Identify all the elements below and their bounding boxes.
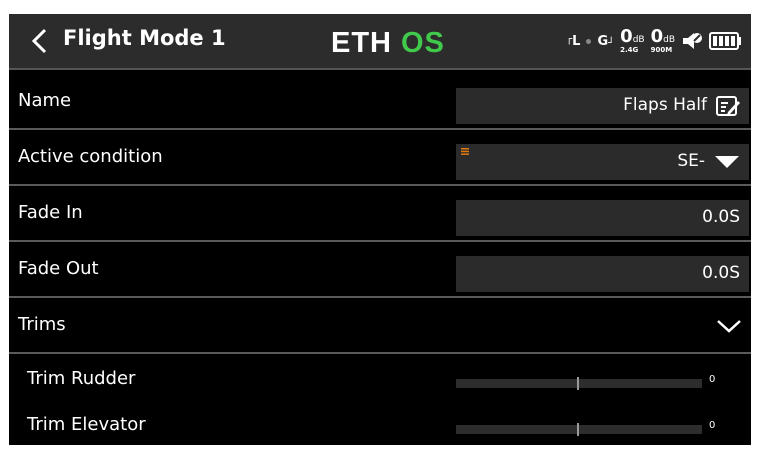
status-area: ┌L G┘ 0dB 2.4G 0dB 900M bbox=[566, 24, 743, 58]
edit-icon[interactable] bbox=[715, 94, 741, 118]
fade-out-field[interactable]: 0.0S bbox=[456, 256, 749, 292]
trim-elevator-value: 0 bbox=[709, 420, 716, 431]
name-label: Name bbox=[18, 90, 72, 111]
gps-icon: G┘ bbox=[597, 33, 615, 49]
trim-rudder-row: Trim Rudder 0 bbox=[9, 356, 751, 402]
chevron-down-icon[interactable] bbox=[716, 318, 742, 334]
fade-in-value: 0.0S bbox=[702, 207, 740, 227]
name-value: Flaps Half bbox=[623, 95, 707, 115]
trims-row[interactable]: Trims bbox=[9, 298, 751, 354]
back-icon[interactable] bbox=[29, 28, 53, 54]
trims-label: Trims bbox=[18, 314, 66, 335]
active-condition-row: Active condition SE- bbox=[9, 130, 751, 186]
dropdown-triangle-icon[interactable] bbox=[714, 155, 740, 169]
telemetry-icon: ┌L bbox=[566, 33, 581, 49]
trim-elevator-center-tick bbox=[577, 423, 579, 436]
trim-rudder-center-tick bbox=[577, 377, 579, 390]
active-condition-field[interactable]: SE- bbox=[456, 144, 749, 180]
menu-flag-icon bbox=[461, 148, 469, 155]
name-field[interactable]: Flaps Half bbox=[456, 88, 749, 124]
rx1-signal: 0dB 2.4G bbox=[620, 26, 645, 54]
trim-elevator-label: Trim Elevator bbox=[27, 414, 146, 435]
radio-screen: Flight Mode 1 ETH OS ┌L G┘ 0dB 2.4G 0dB … bbox=[9, 14, 751, 445]
ethos-logo: ETH OS bbox=[331, 27, 445, 56]
active-condition-value: SE- bbox=[677, 151, 705, 171]
fade-in-field[interactable]: 0.0S bbox=[456, 200, 749, 236]
trim-rudder-bar[interactable] bbox=[456, 377, 702, 390]
svg-text:OS: OS bbox=[401, 27, 445, 56]
active-condition-label: Active condition bbox=[18, 146, 163, 167]
trim-elevator-row: Trim Elevator 0 bbox=[9, 402, 751, 445]
rx2-signal: 0dB 900M bbox=[650, 26, 675, 54]
trim-elevator-bar[interactable] bbox=[456, 423, 702, 436]
fade-in-label: Fade In bbox=[18, 202, 83, 223]
battery-icon bbox=[709, 32, 741, 50]
fade-out-label: Fade Out bbox=[18, 258, 99, 279]
fade-out-value: 0.0S bbox=[702, 263, 740, 283]
trim-rudder-label: Trim Rudder bbox=[27, 368, 136, 389]
top-bar: Flight Mode 1 ETH OS ┌L G┘ 0dB 2.4G 0dB … bbox=[9, 14, 751, 70]
svg-text:ETH: ETH bbox=[331, 27, 392, 56]
name-row: Name Flaps Half bbox=[9, 74, 751, 130]
status-dot bbox=[586, 38, 592, 44]
page-title: Flight Mode 1 bbox=[63, 26, 226, 50]
fade-out-row: Fade Out 0.0S bbox=[9, 242, 751, 298]
trim-rudder-value: 0 bbox=[709, 374, 716, 385]
fade-in-row: Fade In 0.0S bbox=[9, 186, 751, 242]
speaker-muted-icon bbox=[683, 33, 702, 49]
